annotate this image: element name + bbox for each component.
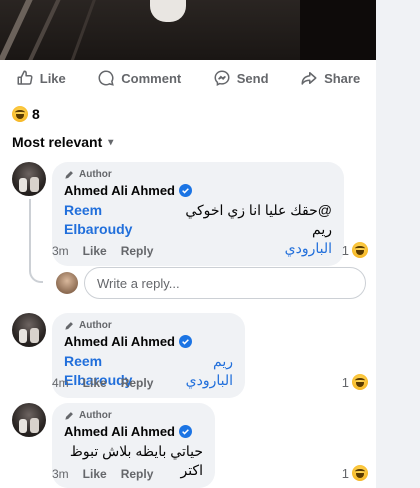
post-action-bar: Like Comment Send Share [0, 60, 376, 96]
comment-like-button[interactable]: Like [83, 376, 107, 390]
haha-emoji-icon [352, 465, 368, 481]
sort-label: Most relevant [12, 134, 103, 150]
author-badge: Author [64, 169, 332, 180]
page-side-strip [376, 0, 420, 488]
comment-reaction-count: 1 [341, 374, 349, 390]
thumbs-up-icon [17, 70, 33, 85]
comment-reply-button[interactable]: Reply [121, 244, 154, 258]
haha-emoji-icon [352, 374, 368, 390]
pencil-icon [65, 412, 73, 420]
pencil-icon [65, 171, 73, 179]
haha-emoji-icon [12, 106, 28, 122]
avatar [56, 272, 78, 294]
verified-badge-icon [179, 425, 192, 438]
reply-thread-line [29, 199, 43, 283]
comment-reaction-count: 1 [341, 465, 349, 481]
commenter-name[interactable]: Ahmed Ali Ahmed [64, 183, 175, 198]
verified-badge-icon [179, 335, 192, 348]
send-label: Send [236, 70, 269, 86]
comment-sort-dropdown[interactable]: Most relevant ▾ [12, 134, 113, 150]
comment-meta: 3m Like Reply [52, 467, 153, 481]
comment-bubble-icon [98, 70, 115, 86]
messenger-icon [214, 70, 230, 86]
send-button[interactable]: Send [205, 65, 277, 91]
like-button[interactable]: Like [8, 65, 74, 91]
comment-time[interactable]: 4m [52, 376, 69, 390]
verified-badge-icon [179, 184, 192, 197]
comment-time[interactable]: 3m [52, 244, 69, 258]
comment-like-button[interactable]: Like [83, 244, 107, 258]
share-arrow-icon [301, 72, 317, 85]
comment-reply-button[interactable]: Reply [121, 467, 154, 481]
comment-reactions[interactable]: 1 [342, 465, 368, 481]
comment-reactions[interactable]: 1 [342, 242, 368, 258]
avatar[interactable] [12, 313, 46, 347]
share-label: Share [324, 70, 361, 86]
avatar[interactable] [12, 162, 46, 196]
mention-link-arabic[interactable]: ريم البارودي [169, 352, 233, 390]
author-badge: Author [64, 410, 203, 421]
comment-meta: 4m Like Reply [52, 376, 153, 390]
mention-link[interactable]: Reem Elbaroudy [64, 201, 167, 239]
comment-reactions[interactable]: 1 [342, 374, 368, 390]
comment-time[interactable]: 3m [52, 467, 69, 481]
comment-button[interactable]: Comment [89, 65, 189, 91]
comment-like-button[interactable]: Like [83, 467, 107, 481]
share-button[interactable]: Share [292, 65, 368, 91]
comment-reaction-count: 1 [341, 242, 349, 258]
author-tag-label: Author [79, 320, 112, 331]
post-reactions-summary[interactable]: 8 [12, 104, 40, 124]
author-tag-label: Author [79, 169, 112, 180]
comment-label: Comment [121, 70, 182, 86]
comment-text-line: @حقك عليا انا زي اخوكي ريم [185, 202, 332, 237]
haha-emoji-icon [352, 242, 368, 258]
author-badge: Author [64, 320, 233, 331]
post-media[interactable] [0, 0, 376, 60]
commenter-name[interactable]: Ahmed Ali Ahmed [64, 424, 175, 439]
chevron-down-icon: ▾ [108, 136, 114, 148]
commenter-name[interactable]: Ahmed Ali Ahmed [64, 334, 175, 349]
comment-meta: 3m Like Reply [52, 244, 153, 258]
comment-reply-button[interactable]: Reply [121, 376, 154, 390]
pencil-icon [65, 322, 73, 330]
reaction-count: 8 [32, 106, 40, 122]
like-label: Like [39, 70, 66, 86]
reply-input[interactable] [84, 267, 366, 299]
avatar[interactable] [12, 403, 46, 437]
author-tag-label: Author [79, 410, 112, 421]
